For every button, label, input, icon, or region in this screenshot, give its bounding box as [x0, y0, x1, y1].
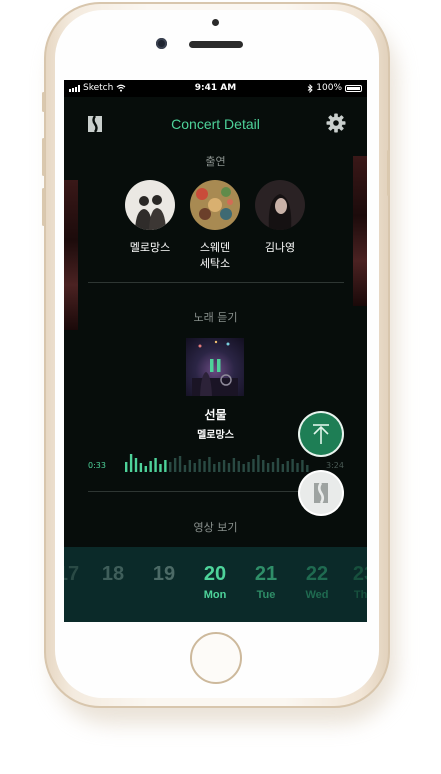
date-weekday: Thu [353, 589, 367, 601]
date-number: 22 [305, 563, 329, 585]
scroll-top-button[interactable] [300, 413, 342, 455]
volume-down-button [42, 188, 45, 226]
date-item[interactable]: 21 Tue [244, 563, 288, 601]
avatar [190, 180, 240, 230]
waveform-bar [213, 464, 216, 472]
mute-switch [42, 92, 45, 112]
audio-waveform-seekbar[interactable] [124, 440, 310, 472]
waveform-bar [149, 461, 152, 472]
section-divider [88, 282, 344, 283]
date-number: 19 [152, 563, 176, 585]
gear-icon[interactable] [326, 113, 346, 133]
waveform-bar [271, 462, 275, 472]
waveform-bar [125, 462, 128, 472]
ticket-icon [314, 482, 328, 504]
waveform-bar [257, 455, 260, 472]
performers-section-title: 출연 [205, 155, 226, 168]
earpiece [189, 41, 243, 48]
waveform-bar [139, 463, 143, 472]
waveform-bar [188, 460, 192, 472]
page-title: Concert Detail [171, 116, 260, 132]
status-bar: Sketch 9:41 AM 100% [64, 80, 367, 97]
album-art[interactable] [186, 338, 244, 396]
volume-up-button [42, 138, 45, 176]
waveform-bar [266, 463, 270, 472]
home-button[interactable] [190, 632, 242, 684]
waveform-bar [134, 458, 138, 472]
date-number: 21 [254, 563, 278, 585]
date-item[interactable]: 19 [142, 563, 186, 589]
performer-item[interactable]: 멜로망스 [115, 180, 185, 256]
date-item[interactable]: 22 Wed [295, 563, 339, 601]
date-weekday: Tue [256, 589, 276, 601]
battery-icon [345, 84, 362, 92]
waveform-bar [237, 461, 240, 472]
proximity-sensor [212, 19, 219, 26]
performer-item[interactable]: 김나영 [245, 180, 315, 256]
waveform-bar [252, 459, 255, 472]
battery-percent: 100% [316, 83, 342, 93]
status-right: 100% [307, 83, 362, 93]
waveform-bar [154, 458, 157, 472]
waveform-bar [291, 459, 294, 472]
waveform-bar [203, 461, 206, 472]
date-number: 18 [101, 563, 125, 585]
waveform-bar [169, 462, 172, 472]
waveform-bar [222, 460, 226, 472]
waveform-bar [262, 460, 265, 472]
performer-name: 멜로망스 [129, 241, 171, 254]
waveform-bar [306, 465, 309, 472]
waveform-bar [296, 463, 299, 472]
waveform-bar [193, 463, 196, 472]
performer-name: 스웨덴 세탁소 [199, 241, 231, 270]
waveform-bar [247, 462, 250, 472]
front-camera [156, 38, 167, 49]
date-item[interactable]: 17 [64, 563, 90, 589]
waveform-bar [281, 464, 285, 472]
waveform-bar [144, 466, 147, 472]
avatar [255, 180, 305, 230]
date-number: 17 [64, 563, 80, 585]
music-section-title: 노래 듣기 [193, 311, 238, 324]
avatar [125, 180, 175, 230]
bluetooth-icon [307, 83, 313, 93]
performer-item[interactable]: 스웨덴 세탁소 [180, 180, 250, 272]
waveform-bar [173, 458, 177, 472]
nav-bar: Concert Detail [64, 97, 367, 151]
date-item[interactable]: 18 [91, 563, 135, 589]
date-selector: 17 18 19 20 Mon 21 Tue 22 Wed 23 Thu [64, 547, 367, 622]
waveform-bar [227, 463, 231, 472]
date-weekday: Wed [305, 589, 329, 601]
app-screen: Sketch 9:41 AM 100% Concert Detail 출연 멜로… [64, 80, 367, 622]
waveform-bar [218, 462, 221, 472]
waveform-bar [159, 464, 162, 472]
waveform-bar [232, 458, 236, 472]
waveform-bar [198, 459, 201, 472]
waveform-bar [164, 460, 167, 472]
date-number: 23 [352, 563, 367, 585]
video-section-title: 영상 보기 [193, 521, 238, 534]
date-number: 20 [203, 563, 227, 585]
waveform-bar [242, 464, 245, 472]
performer-name: 김나영 [264, 241, 296, 254]
performers-list: 멜로망스 스웨덴 세탁소 김나영 [64, 180, 367, 290]
date-item[interactable]: 23 Thu [342, 563, 367, 601]
waveform-bar [183, 465, 187, 472]
arrow-up-icon [313, 424, 329, 444]
power-button [387, 150, 390, 196]
date-item-selected[interactable]: 20 Mon [193, 563, 237, 601]
date-weekday: Mon [203, 589, 227, 601]
waveform-bar [178, 456, 182, 472]
waveform-bar [276, 458, 280, 472]
time-elapsed: 0:33 [88, 461, 106, 470]
ticket-button[interactable] [300, 472, 342, 514]
waveform-bar [129, 454, 133, 472]
waveform-bar [208, 457, 211, 472]
time-total: 3:24 [326, 461, 344, 470]
waveform-bar [301, 460, 304, 472]
waveform-bar [286, 461, 289, 472]
pause-icon[interactable] [186, 338, 244, 396]
